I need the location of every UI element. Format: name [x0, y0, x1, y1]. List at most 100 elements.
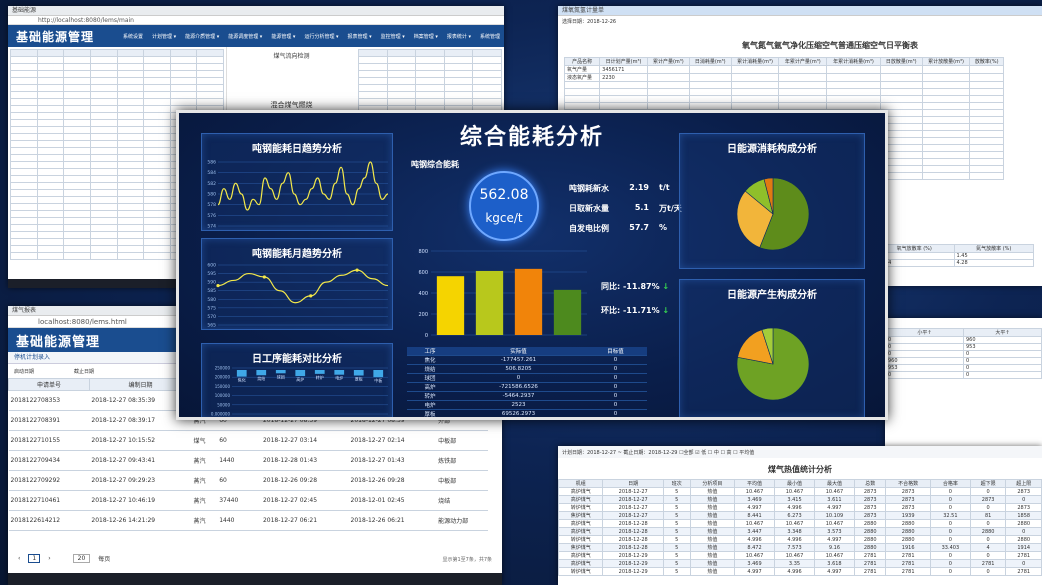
column-header: 累计消耗量(m³): [730, 57, 780, 66]
table-row[interactable]: 焦炉煤气 2018-12-28 5 热值 8.472 7.573 9.16 2880 1916 3…: [558, 543, 1042, 552]
series-line: [217, 161, 389, 211]
y-tick-label: 586: [207, 160, 216, 166]
table-row[interactable]: 2018122710461 2018-12-27 10:46:19 蒸汽 37440 2…: [8, 490, 488, 511]
column-header: 工序: [407, 347, 454, 356]
table-cell: 中板部: [436, 430, 488, 451]
column-header[interactable]: 最大值: [813, 479, 855, 488]
table-row[interactable]: 高炉煤气 2018-12-27 5 热值 10.467 10.467 10.467 2873 2…: [558, 487, 1042, 496]
page-number[interactable]: 1: [28, 554, 41, 563]
nav-item[interactable]: 计划管理 ▾: [152, 33, 176, 40]
column-header[interactable]: 超下限: [969, 479, 1007, 488]
table-cell: 2018-12-28: [602, 535, 664, 544]
table-row[interactable]: 转炉煤气 2018-12-27 5 热值 4.997 4.996 4.997 2873 2873…: [558, 503, 1042, 512]
table-cell: 高炉煤气: [558, 495, 604, 504]
table-cell: 蒸汽: [191, 450, 218, 471]
column-header[interactable]: 总数: [853, 479, 887, 488]
nav-item[interactable]: 报表管理 ▾: [348, 33, 372, 40]
table-cell: 10.467: [734, 519, 776, 528]
table-cell: 2873: [853, 487, 887, 496]
table-row[interactable]: 2018122709434 2018-12-27 09:43:41 蒸汽 1440 20…: [8, 450, 488, 471]
nav-item[interactable]: 报表统计 ▾: [447, 33, 471, 40]
table-cell: 7.573: [774, 543, 815, 552]
nav-item[interactable]: 系统设置: [123, 33, 143, 40]
filter-start[interactable]: 启动日期: [14, 368, 34, 375]
table-cell: 9.16: [813, 543, 855, 552]
bar: [553, 289, 582, 335]
column-header[interactable]: 超上限: [1005, 479, 1042, 488]
per-page-unit: 每页: [98, 556, 111, 563]
table-cell: 0: [1005, 495, 1042, 504]
daily-trend-panel: 吨钢能耗日趋势分析 586 584 582 580 578 576 574: [201, 133, 393, 231]
table-cell: 69526.2973: [453, 409, 585, 417]
table-cell: 2018-12-27 10:15:52: [89, 430, 192, 451]
table-row: 转炉 -5464.2937 0: [407, 391, 647, 401]
nav-item[interactable]: 能源介质管理 ▾: [185, 33, 219, 40]
nav-item[interactable]: 监控管理 ▾: [381, 33, 405, 40]
table-cell: 10.467: [813, 519, 855, 528]
column-header[interactable]: 机组: [558, 479, 604, 488]
column-header: 日消耗量(m³): [688, 57, 732, 66]
mom-value: 环比: -11.71% ↓: [601, 306, 670, 315]
column-header[interactable]: 最小值: [774, 479, 815, 488]
y-tick-label: 578: [207, 202, 216, 208]
table-cell: 2018-12-26 09:28: [260, 470, 349, 491]
table-cell: 10.109: [813, 511, 855, 520]
bar: [475, 270, 504, 335]
table-cell: 0: [929, 535, 971, 544]
column-header[interactable]: 合格率: [929, 479, 971, 488]
consume-pie-chart: [736, 177, 810, 251]
table-row[interactable]: 高炉煤气 2018-12-29 5 热值 10.467 10.467 10.467 2781 2…: [558, 551, 1042, 560]
heat-filter[interactable]: 计划日期：2018-12-27 ~ 截止日期：2018-12-29 ☐全部 ☑ …: [558, 446, 1042, 458]
table-cell: 4.996: [774, 503, 815, 512]
filter-end[interactable]: 截止日期: [74, 368, 94, 375]
table-row[interactable]: 焦炉煤气 2018-12-27 5 热值 8.441 6.273 10.109 2873 193…: [558, 511, 1042, 520]
table-cell: 10.467: [734, 551, 776, 560]
table-row[interactable]: 2018122710155 2018-12-27 10:15:52 煤气 60 2018…: [8, 430, 488, 451]
prev-page-icon[interactable]: ‹: [18, 555, 20, 562]
nav-item[interactable]: 能源调度管理 ▾: [228, 33, 262, 40]
table-cell: 热值: [689, 503, 736, 512]
table-row[interactable]: 高炉煤气 2018-12-27 5 热值 3.469 3.415 3.611 2873 2873…: [558, 495, 1042, 504]
table-cell: 3.348: [774, 527, 815, 536]
table-cell: 2880: [969, 527, 1007, 536]
bar: [256, 370, 267, 376]
column-header[interactable]: 日期: [602, 479, 664, 488]
table-row[interactable]: 2018122709292 2018-12-27 09:29:23 蒸汽 60 2018…: [8, 470, 488, 491]
table-row[interactable]: 高炉煤气 2018-12-28 5 热值 3.447 3.348 3.573 2880 2880…: [558, 527, 1042, 536]
table-cell: 转炉: [407, 391, 454, 401]
table-cell: 高炉煤气: [558, 527, 604, 536]
browser-tab[interactable]: 基础能源: [8, 6, 504, 16]
column-header[interactable]: 申请单号: [8, 378, 90, 391]
table-row[interactable]: 高炉煤气 2018-12-28 5 热值 10.467 10.467 10.467 2880 2…: [558, 519, 1042, 528]
table-cell: 4.997: [734, 567, 776, 576]
footer-rates: 氧气放散率 (%)氮气放散率 (%)3.611.4520.844.28: [874, 244, 1034, 267]
table-row[interactable]: 高炉煤气 2018-12-29 5 热值 3.469 3.35 3.618 2781 2781 0…: [558, 559, 1042, 568]
report-tab[interactable]: 煤氧氮氢计量单: [558, 6, 1042, 16]
address-bar[interactable]: http://localhost:8080/lems/main: [8, 16, 504, 25]
process-bar-chart: 800 600 400 200 0: [418, 249, 587, 339]
table-row[interactable]: 转炉煤气 2018-12-28 5 热值 4.996 4.996 4.997 2880 2880…: [558, 535, 1042, 544]
table-cell: 0: [969, 567, 1007, 576]
row-value: 2230: [599, 73, 648, 82]
taskbar-2: [8, 573, 502, 585]
data-point: [355, 268, 359, 272]
table-cell: 热值: [689, 543, 736, 552]
nav-item[interactable]: 运行分析管理 ▾: [304, 33, 338, 40]
nav-item[interactable]: 档案管理 ▾: [414, 33, 438, 40]
column-header[interactable]: 班次: [662, 479, 691, 488]
table-row[interactable]: 2018122614212 2018-12-26 14:21:29 蒸汽 1440 20…: [8, 510, 488, 531]
nav-item[interactable]: 系统管理: [480, 33, 500, 40]
data-point: [262, 275, 266, 279]
column-header[interactable]: 分析项目: [689, 479, 736, 488]
x-tick-label: 电炉: [335, 375, 343, 381]
table-cell: 5: [662, 511, 691, 520]
per-page-select[interactable]: 20: [72, 554, 91, 563]
nav-item[interactable]: 能源管理 ▾: [271, 33, 295, 40]
table-row[interactable]: 转炉煤气 2018-12-29 5 热值 4.997 4.996 4.997 2781 2781…: [558, 567, 1042, 576]
center-kpi-circle: 562.08 kgce/t: [469, 171, 539, 241]
next-page-icon[interactable]: ›: [48, 555, 50, 562]
column-header[interactable]: 平均值: [734, 479, 776, 488]
y-tick-label: 595: [207, 271, 216, 277]
column-header[interactable]: 不合格数: [885, 479, 931, 488]
date-filter[interactable]: 选择日期：2018-12-26: [558, 16, 1042, 26]
